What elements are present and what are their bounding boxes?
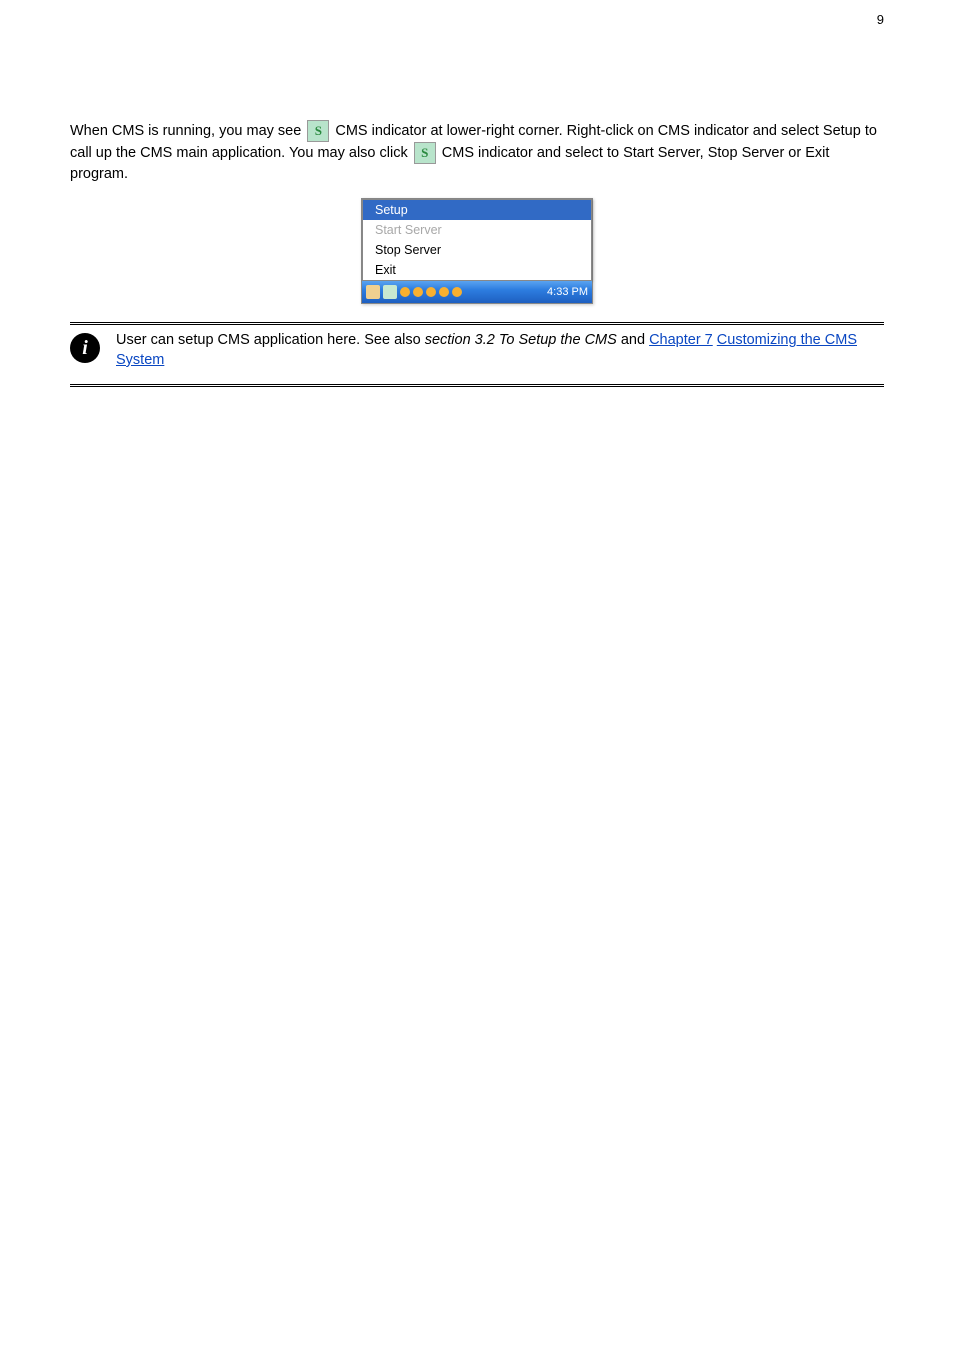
tray-app-icon[interactable] [366,285,380,299]
info-text: User can setup CMS application here. See… [116,331,884,370]
info-italic: section 3.2 To Setup the CMS [425,332,617,348]
cms-tray-icon: S [307,120,329,142]
tray-menu-screenshot: Setup Start Server Stop Server Exit 4:33… [70,198,884,304]
tray-dot-icon-2[interactable] [413,287,423,297]
s-glyph: S [310,123,326,139]
tray-clock: 4:33 PM [547,286,588,298]
info-prefix: User can setup CMS application here. See… [116,332,425,348]
info-suffix: and [617,332,649,348]
menu-item-setup[interactable]: Setup [363,200,591,220]
menu-item-stop-server[interactable]: Stop Server [363,240,591,260]
context-menu: Setup Start Server Stop Server Exit [362,199,592,281]
info-link-chapter[interactable]: Chapter 7 [649,332,713,348]
tray-dot-icon-4[interactable] [439,287,449,297]
menu-item-start-server: Start Server [363,220,591,240]
paragraph-1: When CMS is running, you may see S CMS i… [70,120,884,184]
tray-cms-icon[interactable] [383,285,397,299]
info-box: i User can setup CMS application here. S… [70,322,884,387]
tray-dot-icon-3[interactable] [426,287,436,297]
cms-tray-icon-2: S [414,142,436,164]
info-icon: i [70,333,100,363]
s-glyph-2: S [417,145,433,161]
tray-dot-icon-5[interactable] [452,287,462,297]
tray-dot-icon-1[interactable] [400,287,410,297]
menu-item-exit[interactable]: Exit [363,260,591,280]
para1-part-a: When CMS is running, you may see [70,123,305,139]
taskbar: 4:33 PM [362,281,592,303]
page-number: 9 [877,12,884,27]
